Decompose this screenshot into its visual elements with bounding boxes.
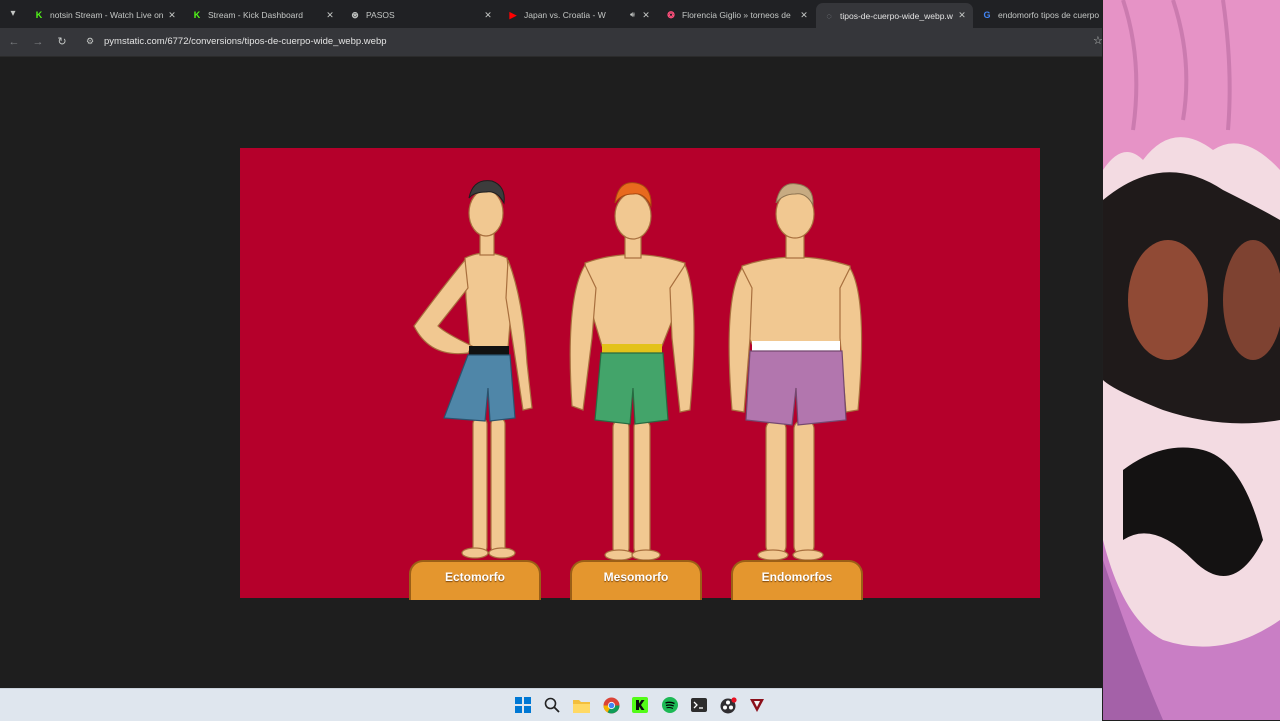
reload-icon[interactable]: ↻	[54, 34, 70, 50]
windows-taskbar	[0, 688, 1102, 721]
forward-arrow-icon[interactable]: →	[30, 34, 46, 50]
file-explorer-icon[interactable]	[572, 696, 590, 714]
body-types-illustration	[413, 180, 863, 561]
tab-title: Florencia Giglio » torneos de	[682, 10, 791, 20]
kick-icon: K	[35, 10, 43, 20]
app-icon[interactable]	[748, 696, 766, 714]
avatar-image	[1103, 0, 1280, 720]
page-icon: ◌	[826, 10, 832, 21]
browser-window: ▾ Knotsin Stream - Watch Live on ✕ K Stream…	[0, 0, 1102, 688]
kick-icon: K	[193, 10, 201, 20]
tab-4[interactable]: ▶ Japan vs. Croatia - W 🔊︎ ✕	[500, 4, 657, 26]
close-tab-icon[interactable]: ✕	[323, 10, 337, 21]
bookmark-star-icon[interactable]: ☆	[1093, 34, 1102, 47]
tab-title: Japan vs. Croatia - W	[524, 10, 606, 20]
close-tab-icon[interactable]: ✕	[165, 10, 179, 21]
speaker-icon[interactable]: 🔊︎	[630, 10, 635, 20]
close-tab-icon[interactable]: ✕	[481, 10, 495, 21]
address-bar[interactable]: pymstatic.com/6772/conversions/tipos-de-…	[104, 36, 387, 47]
body-types-image: Ectomorfo Mesomorfo Endomorfos	[240, 148, 1040, 600]
tab-title: tipos-de-cuerpo-wide_webp.w	[840, 10, 953, 21]
chrome-icon[interactable]	[602, 696, 620, 714]
search-icon[interactable]	[543, 696, 561, 714]
close-tab-icon[interactable]: ✕	[955, 10, 969, 21]
tab-search-chevron-icon[interactable]: ▾	[4, 5, 22, 23]
tab-title: endomorfo tipos de cuerpo	[998, 10, 1100, 20]
endomorph-figure	[728, 183, 863, 561]
site-info-icon[interactable]: ⚙	[86, 36, 96, 46]
tab-5[interactable]: ❂ Florencia Giglio » torneos de ✕	[658, 4, 815, 26]
ectomorph-figure	[413, 180, 533, 559]
obs-icon[interactable]	[719, 696, 737, 714]
label-endomorfos: Endomorfos	[731, 560, 863, 600]
google-icon: G	[983, 10, 991, 20]
close-tab-icon[interactable]: ✕	[639, 10, 653, 21]
tab-1[interactable]: Knotsin Stream - Watch Live on ✕	[26, 4, 183, 26]
youtube-icon: ▶	[509, 9, 517, 20]
tab-title: PASOS	[366, 10, 395, 20]
kick-icon[interactable]	[631, 696, 649, 714]
browser-toolbar: ← → ↻ ⚙ pymstatic.com/6772/conversions/t…	[0, 28, 1102, 57]
page-content: Ectomorfo Mesomorfo Endomorfos	[0, 57, 1102, 688]
label-ectomorfo: Ectomorfo	[409, 560, 541, 600]
spiral-icon: ❂	[667, 9, 675, 20]
tab-strip: ▾ Knotsin Stream - Watch Live on ✕ K Stream…	[0, 0, 1102, 28]
tab-title: Stream - Kick Dashboard	[208, 10, 303, 20]
tab-3[interactable]: ⊛ PASOS ✕	[342, 4, 499, 26]
tab-title: notsin Stream - Watch Live on	[50, 10, 164, 20]
close-tab-icon[interactable]: ✕	[797, 10, 811, 21]
windows-start-icon[interactable]	[514, 696, 532, 714]
tab-2[interactable]: K Stream - Kick Dashboard ✕	[184, 4, 341, 26]
spotify-icon[interactable]	[661, 696, 679, 714]
tab-6[interactable]: ◌ tipos-de-cuerpo-wide_webp.w ✕	[816, 3, 973, 28]
mesomorph-figure	[569, 182, 695, 561]
terminal-icon[interactable]	[690, 696, 708, 714]
streamer-avatar-overlay	[1103, 0, 1280, 720]
globe-icon: ⊛	[351, 9, 359, 20]
back-arrow-icon[interactable]: ←	[6, 34, 22, 50]
label-mesomorfo: Mesomorfo	[570, 560, 702, 600]
tab-7[interactable]: Gendomorfo tipos de cuerpo	[974, 4, 1102, 26]
